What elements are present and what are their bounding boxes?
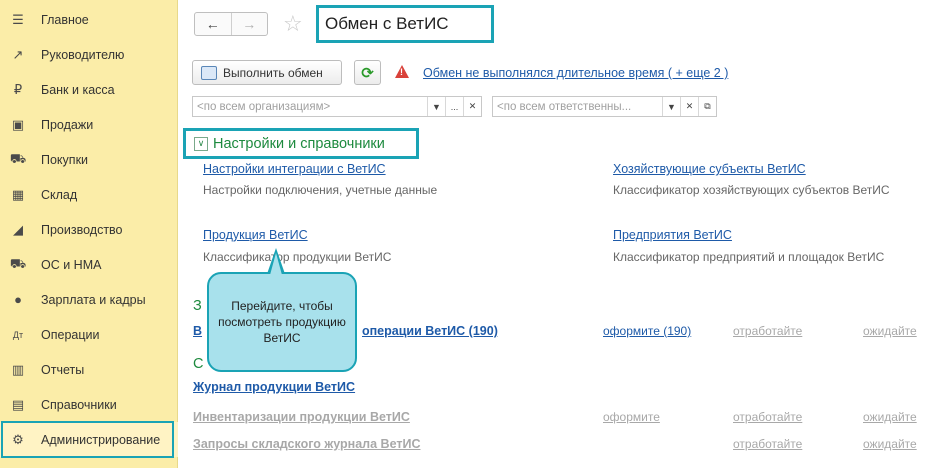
chevron-down-icon: ∨ (194, 136, 208, 151)
settings-section-header[interactable]: ∨ Настройки и справочники (183, 128, 419, 159)
settings-section-title: Настройки и справочники (213, 135, 385, 152)
action-issue-link[interactable]: оформите (190) (603, 324, 691, 338)
warning-icon (395, 65, 409, 78)
sidebar-item-admin[interactable]: ⚙ Администрирование (0, 422, 178, 457)
responsible-filter-placeholder: <по всем ответственны... (497, 100, 632, 113)
action-process-link[interactable]: отработайте (733, 324, 802, 338)
operations-section-title: З (193, 298, 202, 314)
sidebar-item-label: Банк и касса (41, 82, 115, 97)
warehouse-requests-wait-link[interactable]: ожидайте (863, 437, 917, 451)
main-content: ← → ☆ Обмен с ВетИС Выполнить обмен ⟳ Об… (179, 0, 931, 468)
sidebar-item-label: Зарплата и кадры (41, 292, 146, 307)
sidebar-item-label: Отчеты (41, 362, 85, 377)
sidebar-item-label: Покупки (41, 152, 89, 167)
warning-link[interactable]: Обмен не выполнялся длительное время ( +… (423, 66, 728, 80)
sidebar-item-salary[interactable]: ● Зарплата и кадры (0, 282, 178, 317)
page-title: Обмен с ВетИС (325, 14, 449, 33)
sidebar-item-label: Продажи (41, 117, 94, 132)
inventory-issue-link[interactable]: оформите (603, 410, 660, 424)
sidebar-item-purchases[interactable]: ⛟ Покупки (0, 142, 178, 177)
sidebar-item-reports[interactable]: ▥ Отчеты (0, 352, 178, 387)
inventory-wait-link[interactable]: ожидайте (863, 410, 917, 424)
enterprises-link[interactable]: Предприятия ВетИС (613, 228, 732, 242)
select-button[interactable]: ... (445, 97, 463, 116)
products-link[interactable]: Продукция ВетИС (203, 228, 308, 242)
forward-button[interactable]: → (230, 13, 268, 35)
truck-icon: ⛟ (9, 255, 27, 271)
inventory-row-label[interactable]: Инвентаризации продукции ВетИС (193, 410, 410, 424)
warehouse-requests-process-link[interactable]: отработайте (733, 437, 802, 451)
organization-filter[interactable]: <по всем организациям> ▼ ... ✕ (192, 96, 482, 117)
business-entities-link[interactable]: Хозяйствующие субъекты ВетИС (613, 162, 806, 176)
operations-row-label-start[interactable]: В (193, 324, 202, 338)
gear-icon: ⚙ (12, 431, 24, 447)
sidebar-item-production[interactable]: ◢ Производство (0, 212, 178, 247)
ruble-icon: ₽ (13, 81, 23, 97)
run-exchange-button[interactable]: Выполнить обмен (192, 60, 342, 85)
journal-section-title: С (193, 356, 204, 372)
clear-icon[interactable]: ✕ (463, 97, 481, 116)
integration-settings-desc: Настройки подключения, учетные данные (203, 183, 438, 197)
sidebar-item-sales[interactable]: ▣ Продажи (0, 107, 178, 142)
sidebar: ☰ Главное ↗ Руководителю ₽ Банк и касса … (0, 0, 178, 468)
sidebar-item-warehouse[interactable]: ▦ Склад (0, 177, 178, 212)
operations-row-label[interactable]: операции ВетИС (190) (362, 324, 498, 338)
refresh-icon: ⟳ (361, 64, 374, 82)
sidebar-item-assets[interactable]: ⛟ ОС и НМА (0, 247, 178, 282)
products-desc: Классификатор продукции ВетИС (203, 250, 392, 264)
inventory-process-link[interactable]: отработайте (733, 410, 802, 424)
clear-icon[interactable]: ✕ (680, 97, 698, 116)
product-journal-link[interactable]: Журнал продукции ВетИС (193, 380, 355, 394)
sidebar-item-bank[interactable]: ₽ Банк и касса (0, 72, 178, 107)
factory-icon: ◢ (13, 221, 23, 237)
menu-icon: ☰ (12, 11, 24, 27)
responsible-filter[interactable]: <по всем ответственны... ▼ ✕ ⧉ (492, 96, 717, 117)
favorite-star-icon[interactable]: ☆ (283, 11, 303, 37)
arrow-right-icon: → (242, 16, 257, 32)
cart-icon: ⛟ (9, 150, 27, 166)
sidebar-item-label: Администрирование (41, 432, 161, 447)
sidebar-item-label: ОС и НМА (41, 257, 102, 272)
sidebar-item-label: Справочники (41, 397, 117, 412)
hint-callout: Перейдите, чтобы посмотреть продукцию Ве… (207, 272, 357, 372)
sidebar-item-label: Операции (41, 327, 100, 342)
operations-icon: Дт (12, 329, 24, 340)
enterprises-desc: Классификатор предприятий и площадок Вет… (613, 250, 885, 264)
sidebar-item-label: Производство (41, 222, 123, 237)
nav-buttons: ← → (194, 12, 268, 36)
books-icon: ▤ (11, 396, 25, 412)
sidebar-item-label: Главное (41, 12, 89, 27)
warehouse-requests-row-label[interactable]: Запросы складского журнала ВетИС (193, 437, 421, 451)
person-icon: ● (14, 292, 22, 307)
bag-icon: ▣ (11, 116, 25, 132)
sidebar-item-main[interactable]: ☰ Главное (0, 2, 178, 37)
refresh-button[interactable]: ⟳ (354, 60, 381, 85)
sidebar-item-operations[interactable]: Дт Операции (0, 317, 178, 352)
open-icon[interactable]: ⧉ (698, 97, 716, 116)
arrow-left-icon: ← (205, 16, 220, 32)
warehouse-icon: ▦ (11, 186, 25, 202)
back-button[interactable]: ← (195, 13, 231, 35)
sidebar-item-catalogs[interactable]: ▤ Справочники (0, 387, 178, 422)
business-entities-desc: Классификатор хозяйствующих субъектов Ве… (613, 183, 890, 197)
callout-pointer-fill (270, 253, 282, 275)
report-icon: ▥ (11, 361, 25, 377)
hint-callout-text: Перейдите, чтобы посмотреть продукцию Ве… (218, 299, 346, 345)
title-highlight-box: Обмен с ВетИС (316, 5, 494, 43)
exchange-icon (201, 65, 217, 80)
organization-filter-placeholder: <по всем организациям> (197, 100, 331, 113)
dropdown-arrow-icon[interactable]: ▼ (427, 97, 445, 116)
sidebar-item-label: Склад (41, 187, 78, 202)
integration-settings-link[interactable]: Настройки интеграции с ВетИС (203, 162, 386, 176)
sidebar-item-manager[interactable]: ↗ Руководителю (0, 37, 178, 72)
sidebar-item-label: Руководителю (41, 47, 125, 62)
action-wait-link[interactable]: ожидайте (863, 324, 917, 338)
dropdown-arrow-icon[interactable]: ▼ (662, 97, 680, 116)
trend-icon: ↗ (12, 46, 24, 62)
run-exchange-label: Выполнить обмен (223, 65, 323, 80)
